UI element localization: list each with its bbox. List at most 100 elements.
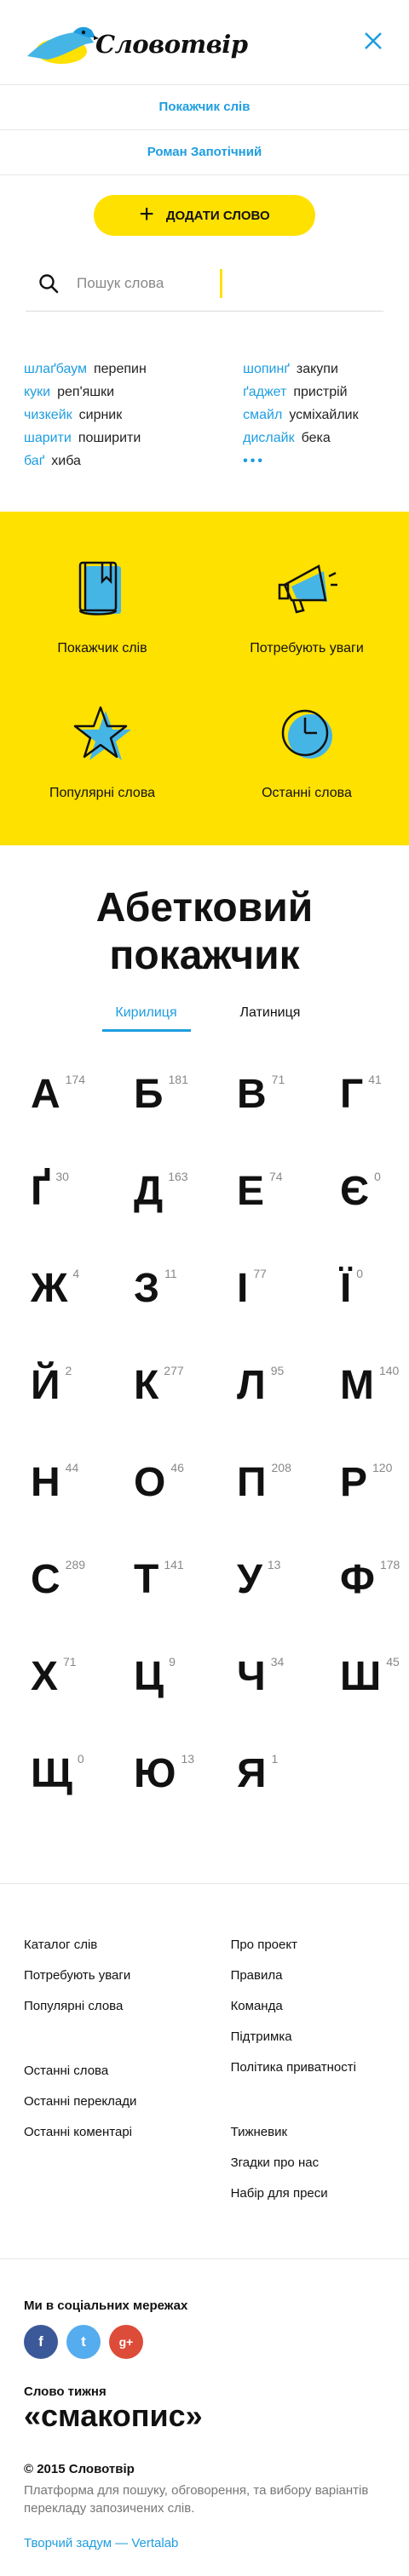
word-link[interactable]: смайл xyxy=(243,408,282,422)
letter-link[interactable]: Л 95 xyxy=(237,1352,340,1449)
tile-recent[interactable]: Останні слова xyxy=(204,701,409,844)
letter-count: 71 xyxy=(271,1073,285,1086)
more-words-link[interactable]: ••• xyxy=(243,454,265,468)
letter-char: Т xyxy=(134,1557,159,1602)
search-icon[interactable] xyxy=(37,272,60,295)
footer-link[interactable]: Каталог слів xyxy=(24,1930,231,1961)
letter-link[interactable]: З 11 xyxy=(134,1255,237,1352)
quick-links: Покажчик слів Потребують уваги Популярні… xyxy=(0,512,409,845)
letter-char: С xyxy=(31,1557,60,1602)
nav-user-link[interactable]: Роман Запотічний xyxy=(0,130,409,175)
footer-link[interactable]: Популярні слова xyxy=(24,1991,231,2022)
word-link[interactable]: дислайк xyxy=(243,431,294,445)
letter-link[interactable]: Д 163 xyxy=(134,1158,237,1255)
letter-link[interactable]: М 140 xyxy=(340,1352,409,1449)
letter-count: 0 xyxy=(356,1267,364,1280)
tab-latin[interactable]: Латиниця xyxy=(233,1005,308,1032)
letter-link[interactable]: В 71 xyxy=(237,1061,340,1158)
letter-link[interactable]: П 208 xyxy=(237,1449,340,1546)
letter-link[interactable]: Я1 xyxy=(237,1740,340,1837)
letter-link[interactable]: А 174 xyxy=(31,1061,134,1158)
list-item: шарити поширити xyxy=(24,426,243,449)
credit-link[interactable]: Творчий задум — Vertalab xyxy=(24,2536,385,2576)
search-input[interactable] xyxy=(77,274,220,292)
add-word-section: + ДОДАТИ СЛОВО xyxy=(0,175,409,255)
letter-link[interactable]: Й2 xyxy=(31,1352,134,1449)
add-word-button[interactable]: + ДОДАТИ СЛОВО xyxy=(94,195,315,236)
letter-link[interactable]: Ф 178 xyxy=(340,1546,409,1643)
letter-link[interactable]: Б 181 xyxy=(134,1061,237,1158)
letter-link[interactable]: Х 71 xyxy=(31,1643,134,1740)
social-section: Ми в соціальних мережах f t g+ xyxy=(0,2258,409,2359)
tile-popular[interactable]: Популярні слова xyxy=(0,701,204,844)
list-item: куки реп'яшки xyxy=(24,381,243,404)
footer-link[interactable]: Команда xyxy=(231,1991,385,2022)
footer-link[interactable]: Згадки про нас xyxy=(231,2148,385,2178)
letter-link[interactable]: Г 41 xyxy=(340,1061,409,1158)
word-link[interactable]: чизкейк xyxy=(24,408,72,422)
footer-link[interactable]: Тижневик xyxy=(231,2117,385,2148)
word-link[interactable]: шопинґ xyxy=(243,362,290,376)
footer-group: Каталог слів Потребують уваги Популярні … xyxy=(24,1930,231,2022)
footer-group: Про проект Правила Команда Підтримка Пол… xyxy=(231,1930,385,2083)
footer-link[interactable]: Підтримка xyxy=(231,2022,385,2052)
footer-link[interactable]: Набір для преси xyxy=(231,2178,385,2209)
letter-link[interactable]: Ч 34 xyxy=(237,1643,340,1740)
letter-char: Е xyxy=(237,1169,265,1214)
letter-link[interactable]: Є0 xyxy=(340,1158,409,1255)
word-link[interactable]: ґаджет xyxy=(243,385,286,399)
letter-link[interactable]: Н 44 xyxy=(31,1449,134,1546)
letter-link[interactable]: Е 74 xyxy=(237,1158,340,1255)
word-translation: сирник xyxy=(78,408,123,422)
word-link[interactable]: шлаґбаум xyxy=(24,362,87,376)
letter-char: І xyxy=(237,1266,249,1311)
googleplus-icon[interactable]: g+ xyxy=(109,2325,143,2359)
letter-link[interactable]: О 46 xyxy=(134,1449,237,1546)
letter-link[interactable]: Т 141 xyxy=(134,1546,237,1643)
word-link[interactable]: баґ xyxy=(24,454,44,468)
word-link[interactable]: шарити xyxy=(24,431,72,445)
letter-link[interactable]: І 77 xyxy=(237,1255,340,1352)
letter-link[interactable]: С 289 xyxy=(31,1546,134,1643)
letter-char: Ї xyxy=(340,1266,352,1311)
footer-link[interactable]: Останні переклади xyxy=(24,2087,231,2117)
word-of-week: Слово тижня «смакопис» xyxy=(0,2359,409,2433)
add-word-label: ДОДАТИ СЛОВО xyxy=(165,208,270,223)
letter-link[interactable]: Ц9 xyxy=(134,1643,237,1740)
logo[interactable]: Словотвір xyxy=(22,19,248,70)
letter-link[interactable]: Ж4 xyxy=(31,1255,134,1352)
footer-link[interactable]: Про проект xyxy=(231,1930,385,1961)
word-of-week-link[interactable]: «смакопис» xyxy=(24,2398,203,2433)
nav-index-link[interactable]: Покажчик слів xyxy=(0,85,409,130)
tile-attention[interactable]: Потребують уваги xyxy=(204,556,409,699)
footer-link[interactable]: Потребують уваги xyxy=(24,1961,231,1991)
letter-link[interactable]: У 13 xyxy=(237,1546,340,1643)
footer-link[interactable]: Політика приватності xyxy=(231,2052,385,2083)
word-of-week-label: Слово тижня xyxy=(24,2384,107,2399)
word-link[interactable]: куки xyxy=(24,385,50,399)
footer-group: Останні слова Останні переклади Останні … xyxy=(24,2056,231,2148)
twitter-icon[interactable]: t xyxy=(66,2325,101,2359)
close-icon[interactable] xyxy=(361,29,385,53)
letter-link[interactable]: Ґ 30 xyxy=(31,1158,134,1255)
footer-link[interactable]: Останні коментарі xyxy=(24,2117,231,2148)
facebook-icon[interactable]: f xyxy=(24,2325,58,2359)
letter-link[interactable]: Ї0 xyxy=(340,1255,409,1352)
letter-count: 178 xyxy=(379,1558,400,1571)
tile-index[interactable]: Покажчик слів xyxy=(0,556,204,699)
footer-link[interactable]: Останні слова xyxy=(24,2056,231,2087)
bird-logo-icon xyxy=(27,26,99,64)
alphabet-tabs: Кирилиця Латиниця xyxy=(0,1005,409,1032)
tab-cyrillic[interactable]: Кирилиця xyxy=(101,1005,191,1032)
footer-col-right: Про проект Правила Команда Підтримка Пол… xyxy=(231,1930,385,2243)
letter-link[interactable]: Р 120 xyxy=(340,1449,409,1546)
letter-link[interactable]: Ю 13 xyxy=(134,1740,237,1837)
letter-count: 44 xyxy=(65,1461,79,1474)
letter-count: 1 xyxy=(271,1752,279,1766)
footer-link[interactable]: Правила xyxy=(231,1961,385,1991)
letter-link[interactable]: Ш 45 xyxy=(340,1643,409,1740)
letter-link[interactable]: К 277 xyxy=(134,1352,237,1449)
letter-char: Ю xyxy=(134,1751,176,1796)
letter-link[interactable]: Щ0 xyxy=(31,1740,134,1837)
tile-popular-label: Популярні слова xyxy=(49,786,156,800)
